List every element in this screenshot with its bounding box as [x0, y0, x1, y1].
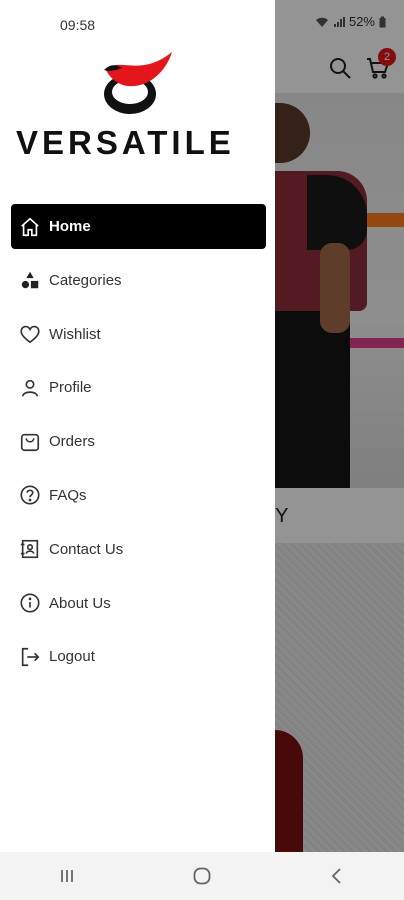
menu-item-label: Orders [49, 433, 95, 451]
heart-icon [19, 323, 41, 345]
status-time: 09:58 [60, 17, 96, 33]
menu-item-label: Logout [49, 648, 95, 666]
contact-icon [19, 538, 41, 560]
menu-item-categories[interactable]: Categories [11, 258, 266, 303]
info-icon [19, 592, 41, 614]
home-nav-button[interactable] [182, 856, 222, 896]
menu-item-home[interactable]: Home [11, 204, 266, 249]
navigation-drawer: 09:58 VERSATILE Home Categories Wishlist [0, 0, 275, 852]
user-icon [19, 377, 41, 399]
categories-icon [19, 269, 41, 291]
back-button[interactable] [317, 856, 357, 896]
home-circle-icon [193, 867, 211, 885]
bag-icon [19, 431, 41, 453]
logout-icon [19, 646, 41, 668]
menu-item-profile[interactable]: Profile [11, 365, 266, 410]
menu-item-label: FAQs [49, 486, 87, 504]
menu-item-label: Contact Us [49, 540, 124, 558]
menu-item-about-us[interactable]: About Us [11, 581, 266, 626]
menu-item-label: Home [49, 218, 91, 235]
menu-item-logout[interactable]: Logout [11, 634, 266, 679]
menu-item-contact-us[interactable]: Contact Us [11, 527, 266, 572]
drawer-menu: Home Categories Wishlist Profile Orders [11, 204, 266, 688]
brand-logo-icon [104, 52, 172, 114]
scrim-overlay[interactable] [275, 0, 404, 852]
menu-item-label: Categories [49, 271, 122, 289]
question-icon [19, 484, 41, 506]
home-icon [19, 216, 41, 238]
menu-item-orders[interactable]: Orders [11, 419, 266, 464]
brand-wordmark: VERSATILE [16, 124, 235, 161]
recents-icon [61, 870, 74, 882]
menu-item-label: Profile [49, 379, 92, 397]
back-icon [331, 868, 341, 884]
menu-item-wishlist[interactable]: Wishlist [11, 312, 266, 357]
menu-item-faqs[interactable]: FAQs [11, 473, 266, 518]
menu-item-label: About Us [49, 594, 111, 612]
menu-item-label: Wishlist [49, 325, 101, 343]
recent-apps-button[interactable] [47, 856, 87, 896]
system-nav-bar [0, 852, 404, 900]
